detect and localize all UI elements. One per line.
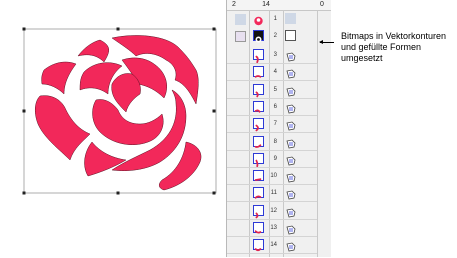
object-list-panel: 2 14 0 1 2 3 4 5 6 7 8 9 10 11 12 13 14	[226, 0, 331, 257]
fill-type-icon[interactable]	[286, 239, 296, 252]
row-number: 10	[270, 173, 277, 180]
fill-type-icon[interactable]	[286, 187, 296, 200]
object-row[interactable]: 12	[227, 203, 317, 220]
object-thumbnail-icon[interactable]	[253, 222, 264, 234]
row-number: 6	[273, 103, 277, 110]
rose-artwork	[22, 27, 217, 195]
column-header-count: 0	[320, 1, 324, 8]
object-row[interactable]: 10	[227, 168, 317, 186]
object-row[interactable]: 13	[227, 220, 317, 237]
row-number: 7	[273, 121, 277, 128]
object-row[interactable]: 3	[227, 47, 317, 64]
row-number-1: 1	[273, 16, 277, 22]
object-row[interactable]: 14	[227, 237, 317, 255]
column-header-stitches: 2	[232, 1, 236, 8]
object-row[interactable]: 6	[227, 99, 317, 116]
callout-pointer	[319, 40, 334, 44]
object-row[interactable]: 8	[227, 134, 317, 151]
object-thumbnail-icon[interactable]	[253, 239, 264, 252]
object-thumbnail-icon[interactable]	[253, 83, 264, 97]
object-thumbnail-icon[interactable]	[253, 100, 264, 113]
row-number: 14	[270, 242, 277, 249]
object-row[interactable]: 5	[227, 82, 317, 99]
callout-annotation: Bitmaps in Vektorkonturen und gefüllte F…	[341, 31, 447, 63]
rose-thumbnail-icon	[253, 13, 264, 26]
bitmap-layer-icon[interactable]	[285, 13, 296, 24]
object-row[interactable]: 11	[227, 185, 317, 203]
object-row[interactable]: 4	[227, 64, 317, 82]
fill-type-icon[interactable]	[286, 118, 296, 131]
row-number: 9	[273, 155, 277, 162]
row-number: 3	[273, 52, 277, 58]
black-rose-thumbnail-icon	[253, 30, 264, 43]
fill-type-icon[interactable]	[286, 49, 296, 62]
fill-type-icon[interactable]	[286, 136, 296, 148]
fill-type-icon[interactable]	[286, 205, 296, 218]
object-thumbnail-icon[interactable]	[253, 152, 264, 167]
design-canvas[interactable]	[0, 0, 220, 230]
vector-group-icon[interactable]	[235, 31, 246, 42]
row-number: 4	[273, 69, 277, 76]
column-header-objects: 14	[262, 1, 270, 8]
row-number: 13	[270, 225, 277, 231]
fill-type-icon[interactable]	[286, 153, 296, 166]
object-thumbnail-icon[interactable]	[253, 135, 264, 148]
object-thumbnail-icon[interactable]	[253, 118, 264, 132]
row-number: 11	[270, 190, 277, 197]
fill-type-icon[interactable]	[286, 101, 296, 114]
row-number: 5	[273, 86, 277, 93]
object-row[interactable]: 7	[227, 116, 317, 134]
row-number-2: 2	[273, 33, 277, 39]
fill-type-icon[interactable]	[286, 84, 296, 97]
row-number: 12	[270, 207, 277, 214]
object-thumbnail-icon[interactable]	[253, 49, 264, 64]
fill-type-icon[interactable]	[286, 170, 296, 183]
fill-type-icon[interactable]	[286, 66, 296, 79]
object-thumbnail-icon[interactable]	[253, 187, 264, 200]
fill-type-icon[interactable]	[286, 222, 296, 235]
object-thumbnail-icon[interactable]	[253, 66, 264, 78]
row-number: 8	[273, 138, 277, 145]
object-row[interactable]: 9	[227, 151, 317, 168]
column-header-blank	[279, 0, 293, 9]
bitmap-group-icon[interactable]	[235, 14, 246, 25]
object-thumbnail-icon[interactable]	[253, 170, 264, 182]
object-thumbnail-icon[interactable]	[253, 204, 264, 218]
outline-shape-icon[interactable]	[285, 30, 296, 41]
